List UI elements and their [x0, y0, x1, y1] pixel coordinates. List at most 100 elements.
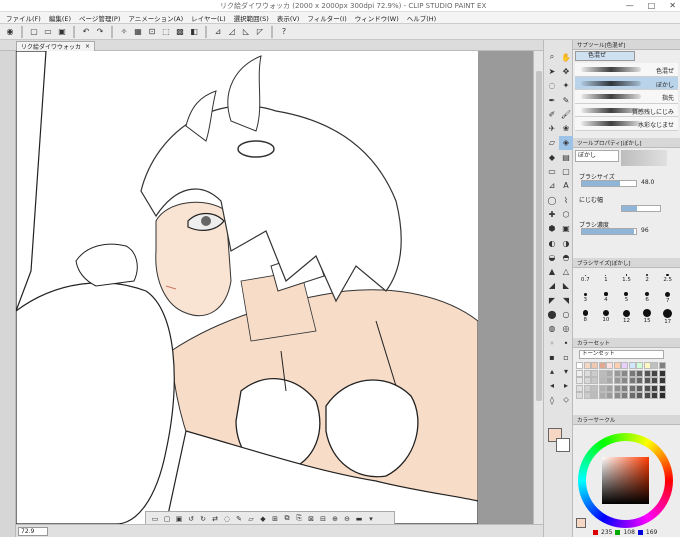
tool-43-icon[interactable]: ▪ [545, 350, 559, 364]
brush-size-preset[interactable]: 1 [596, 270, 617, 287]
snap-special-icon[interactable]: ◸ [254, 26, 266, 38]
color-chip[interactable] [613, 362, 621, 369]
brush-size-value[interactable]: 48.0 [641, 179, 654, 186]
subtool-item[interactable]: 色混ぜ [575, 63, 678, 77]
color-chip[interactable] [621, 392, 628, 399]
select-all-icon[interactable]: ▩ [174, 26, 186, 38]
color-chip[interactable] [576, 377, 583, 384]
brush-size-preset[interactable]: 17 [657, 308, 678, 325]
color-chip[interactable] [651, 392, 658, 399]
menu-selection[interactable]: 選択範囲(S) [234, 13, 269, 23]
tool-40-icon[interactable]: ◎ [559, 322, 573, 336]
eyedropper-icon[interactable]: ✒ [545, 93, 559, 107]
tool-property-header[interactable]: ツールプロパティ[ぼかし] [573, 138, 680, 148]
color-chip[interactable] [591, 369, 598, 377]
color-chip[interactable] [576, 362, 583, 369]
menu-page[interactable]: ページ管理(P) [79, 13, 120, 23]
color-chip[interactable] [628, 362, 636, 369]
snap-grid-icon[interactable]: ◿ [226, 26, 238, 38]
new-file-icon[interactable]: ▢ [28, 26, 40, 38]
color-chip[interactable] [591, 384, 598, 392]
color-chip[interactable] [583, 392, 591, 399]
decoration-tool-icon[interactable]: ❀ [559, 121, 573, 135]
color-wheel-panel-header[interactable]: カラーサークル [573, 415, 680, 425]
color-chip[interactable] [621, 362, 628, 369]
tool-47-icon[interactable]: ◂ [545, 379, 559, 393]
brush-size-slider[interactable] [581, 180, 637, 187]
color-chip[interactable] [606, 392, 613, 399]
color-chip[interactable] [658, 392, 666, 399]
brush-density-value[interactable]: 96 [641, 227, 649, 234]
invert-selection-icon[interactable]: ◧ [188, 26, 200, 38]
canvas[interactable] [16, 51, 533, 524]
color-chip[interactable] [636, 392, 643, 399]
color-chip[interactable] [636, 369, 643, 377]
color-chip[interactable] [658, 362, 666, 369]
tool-35-icon[interactable]: ◤ [545, 293, 559, 307]
fill-bucket-icon[interactable]: ◆ [545, 150, 559, 164]
gradient-tool-icon[interactable]: ▤ [559, 150, 573, 164]
menu-file[interactable]: ファイル(F) [6, 13, 41, 23]
red-value[interactable]: 235 [601, 529, 612, 536]
menu-window[interactable]: ウィンドウ(W) [355, 13, 399, 23]
brush-size-preset[interactable]: 5 [616, 289, 637, 306]
color-chip[interactable] [583, 362, 591, 369]
blue-value[interactable]: 169 [646, 529, 657, 536]
color-chip[interactable] [613, 369, 621, 377]
open-file-icon[interactable]: ▭ [42, 26, 54, 38]
zoom-in-icon[interactable]: ▣ [174, 514, 184, 524]
color-chip[interactable] [591, 362, 598, 369]
tool-41-icon[interactable]: ◦ [545, 336, 559, 350]
brush-icon[interactable]: ✎ [234, 514, 244, 524]
tool-39-icon[interactable]: ◍ [545, 322, 559, 336]
brush-size-preset[interactable]: 8 [575, 308, 596, 325]
color-chip[interactable] [598, 377, 606, 384]
color-chip[interactable] [576, 384, 583, 392]
tool-26-icon[interactable]: ▣ [559, 222, 573, 236]
color-chip[interactable] [576, 392, 583, 399]
color-chip[interactable] [576, 369, 583, 377]
color-chip[interactable] [628, 377, 636, 384]
color-chip[interactable] [628, 384, 636, 392]
tool-28-icon[interactable]: ◑ [559, 236, 573, 250]
color-chip[interactable] [613, 392, 621, 399]
clear-icon[interactable]: ✧ [118, 26, 130, 38]
pencil-tool-icon[interactable]: ✐ [545, 107, 559, 121]
color-chip[interactable] [621, 369, 628, 377]
menu-animation[interactable]: アニメーション(A) [128, 13, 183, 23]
snap-perspective-icon[interactable]: ◺ [240, 26, 252, 38]
transform-icon[interactable]: ⊡ [146, 26, 158, 38]
snap-ruler-icon[interactable]: ⊿ [212, 26, 224, 38]
brush-size-preset[interactable]: 12 [616, 308, 637, 325]
color-chip[interactable] [643, 392, 651, 399]
color-chip[interactable] [621, 384, 628, 392]
expand-icon[interactable]: ⊕ [330, 514, 340, 524]
copy-icon[interactable]: ⧉ [282, 514, 292, 524]
color-chip[interactable] [658, 384, 666, 392]
tool-38-icon[interactable]: ○ [559, 307, 573, 321]
zoom-fit-icon[interactable]: ▢ [162, 514, 172, 524]
brush-size-preset[interactable]: 0.7 [575, 270, 596, 287]
tool-33-icon[interactable]: ◢ [545, 279, 559, 293]
text-tool-icon[interactable]: A [559, 179, 573, 193]
redo-icon[interactable]: ↷ [94, 26, 106, 38]
figure-tool-icon[interactable]: ▭ [545, 164, 559, 178]
brush-size-preset[interactable]: 3 [575, 289, 596, 306]
subtool-item[interactable]: 指先 [575, 90, 678, 104]
color-chip[interactable] [658, 369, 666, 377]
airbrush-tool-icon[interactable]: ✈ [545, 121, 559, 135]
shrink-icon[interactable]: ⊖ [342, 514, 352, 524]
color-chip[interactable] [606, 384, 613, 392]
eraser-tool-icon[interactable]: ▱ [545, 136, 559, 150]
menu-help[interactable]: ヘルプ(H) [407, 13, 436, 23]
color-chip[interactable] [613, 377, 621, 384]
brush-density-slider[interactable] [581, 228, 637, 235]
tool-30-icon[interactable]: ◓ [559, 250, 573, 264]
menu-icon[interactable]: ▾ [366, 514, 376, 524]
tool-50-icon[interactable]: ⬦ [559, 393, 573, 407]
subtool-group-tab[interactable]: 色混ぜ [575, 51, 635, 61]
brush-size-panel-header[interactable]: ブラシサイズ[ぼかし] [573, 258, 680, 268]
color-set-panel-header[interactable]: カラーセット [573, 338, 680, 348]
vertical-scrollbar[interactable] [533, 51, 543, 524]
line-correction-icon[interactable]: ⌇ [559, 193, 573, 207]
